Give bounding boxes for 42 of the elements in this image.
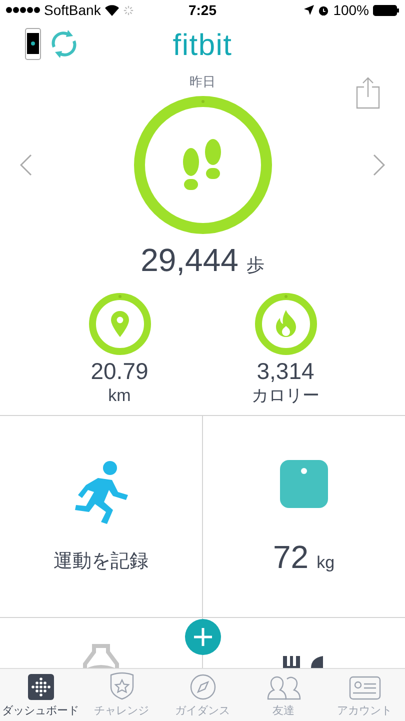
tab-item[interactable]: ダッシュボード bbox=[0, 669, 81, 721]
app-logo: fitbit bbox=[172, 31, 232, 61]
day-label: 昨日 bbox=[190, 73, 216, 91]
stat-unit: カロリー bbox=[252, 385, 320, 406]
dots-grid-icon bbox=[28, 674, 54, 700]
tab-item[interactable]: チャレンジ bbox=[81, 669, 162, 721]
clock-time: 7:25 bbox=[188, 0, 217, 20]
steps-count: 29,444 bbox=[140, 244, 238, 276]
weight-tile[interactable]: 72 kg bbox=[202, 416, 405, 618]
signal-icon bbox=[6, 7, 40, 13]
scale-icon bbox=[280, 460, 328, 508]
exercise-label: 運動を記録 bbox=[53, 550, 148, 574]
exercise-tile[interactable]: 運動を記録 bbox=[0, 416, 202, 618]
steps-unit: 歩 bbox=[246, 254, 264, 276]
star-shield-icon bbox=[108, 672, 134, 700]
plus-icon bbox=[194, 628, 212, 646]
tab-item[interactable]: 友達 bbox=[243, 669, 324, 721]
weight-unit: kg bbox=[316, 552, 335, 574]
share-icon[interactable] bbox=[356, 77, 380, 109]
flame-icon bbox=[274, 310, 296, 338]
loading-spinner-icon bbox=[122, 4, 134, 16]
progress-ring bbox=[88, 292, 150, 354]
id-card-icon bbox=[348, 676, 380, 700]
compass-icon bbox=[190, 674, 216, 700]
weight-value: 72 bbox=[272, 538, 309, 576]
carrier-name: SoftBank bbox=[44, 0, 101, 20]
battery-icon bbox=[373, 4, 399, 16]
people-icon bbox=[266, 674, 302, 700]
tab-item[interactable]: アカウント bbox=[324, 669, 405, 721]
stat-value: 3,314 bbox=[256, 356, 314, 386]
wifi-icon bbox=[104, 4, 119, 16]
location-arrow-icon bbox=[304, 5, 314, 15]
stat-unit: km bbox=[108, 385, 131, 406]
battery-percent: 100% bbox=[333, 0, 369, 20]
location-pin-icon bbox=[110, 310, 130, 336]
sync-icon[interactable] bbox=[49, 30, 79, 58]
tab-item[interactable]: ガイダンス bbox=[162, 669, 243, 721]
alarm-clock-icon bbox=[318, 4, 330, 16]
progress-ring bbox=[254, 292, 316, 354]
stat-value: 20.79 bbox=[90, 356, 148, 386]
phone-icon[interactable] bbox=[25, 28, 41, 60]
add-button[interactable] bbox=[185, 618, 221, 654]
